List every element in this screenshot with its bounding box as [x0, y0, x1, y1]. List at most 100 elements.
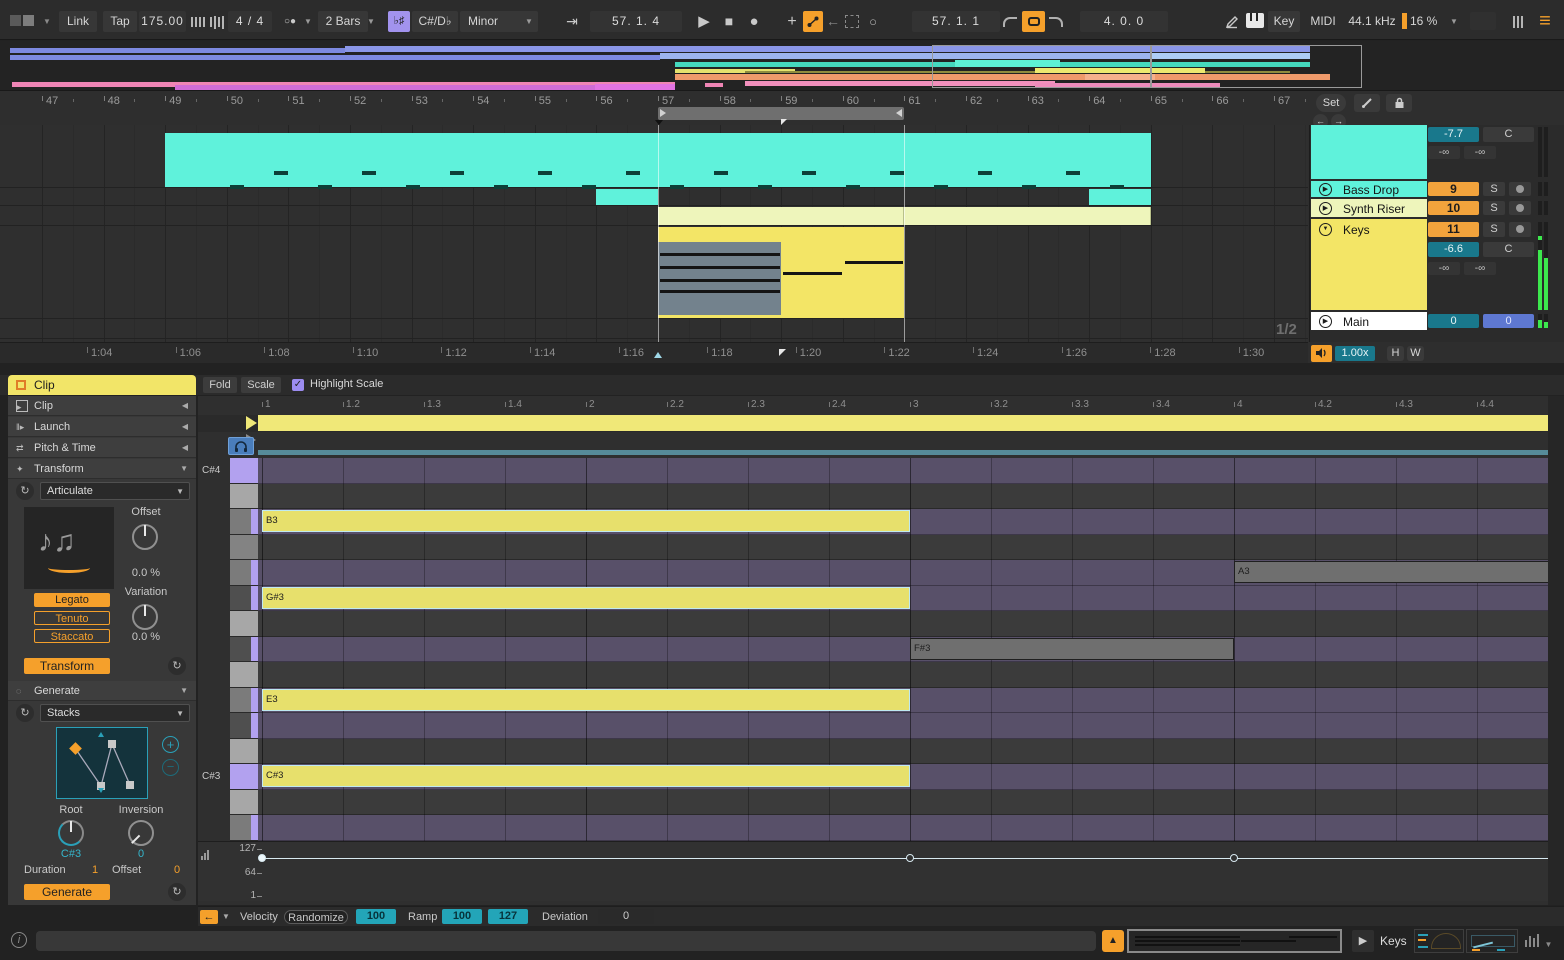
pr-row-B2[interactable] — [258, 815, 1548, 841]
fold-track-icon[interactable]: ▶ — [1319, 183, 1332, 196]
piano-key-E3[interactable] — [230, 688, 258, 714]
record-icon[interactable]: ● — [743, 11, 765, 32]
quantize-menu[interactable]: 2 Bars — [318, 11, 368, 32]
session-record-icon[interactable]: ○ — [864, 11, 882, 32]
randomize-amount-field[interactable]: 100 — [356, 909, 396, 924]
generate-reapply-icon[interactable]: ↻ — [168, 883, 186, 901]
follow-icon[interactable]: ⇥ — [561, 11, 583, 32]
scale-root-menu[interactable]: C#/D♭ — [412, 11, 458, 32]
clip-bass-short[interactable] — [1089, 189, 1151, 205]
piano-key-B3[interactable] — [230, 509, 258, 535]
pr-loop-start-marker[interactable] — [246, 416, 257, 430]
hamburger-menu-icon[interactable]: ≡ — [1532, 11, 1558, 32]
arrangement-overview[interactable] — [0, 41, 1564, 91]
add-stack-icon[interactable]: + — [162, 736, 179, 753]
midi-note-G#3[interactable]: G#3 — [262, 587, 910, 609]
section-generate[interactable]: ◌Generate▼ — [8, 681, 196, 701]
play-icon[interactable]: ▶ — [693, 11, 715, 32]
fold-track-icon[interactable]: ▶ — [1319, 202, 1332, 215]
section-launch[interactable]: ‖▸Launch◀ — [8, 417, 196, 437]
time-signature-field[interactable]: 4 / 4 — [228, 11, 272, 32]
nudge-up-icon[interactable] — [208, 11, 226, 32]
pr-row-C3[interactable] — [258, 790, 1548, 816]
capture-midi-icon[interactable] — [845, 15, 859, 28]
track1-send-b[interactable]: -∞ — [1464, 146, 1496, 159]
unfold-track-icon[interactable]: ▼ — [1319, 223, 1332, 236]
metronome-icon[interactable]: ○● — [275, 11, 305, 32]
offset-knob[interactable] — [132, 524, 158, 550]
pr-row-C#4[interactable] — [258, 458, 1548, 484]
root-knob[interactable] — [58, 820, 84, 846]
velocity-lane-icon[interactable] — [201, 847, 209, 865]
track1-send-a[interactable]: -∞ — [1428, 146, 1460, 159]
midi-note-A3[interactable]: A3 — [1234, 561, 1550, 583]
cpu-menu-icon[interactable]: ▼ — [1448, 11, 1460, 32]
clip-zoom-scrollbar[interactable] — [1127, 929, 1342, 953]
track-header-synth-riser[interactable]: ▶ Synth Riser — [1311, 199, 1427, 217]
piano-key-D3[interactable] — [230, 739, 258, 765]
generate-apply-button[interactable]: Generate — [24, 884, 110, 900]
clip-tab[interactable]: Clip — [8, 375, 196, 395]
width-zoom-button[interactable]: W — [1407, 346, 1424, 361]
midi-note-F#3[interactable]: F#3 — [910, 638, 1234, 660]
fold-button[interactable]: Fold — [203, 377, 237, 393]
scale-mode-button[interactable]: ♭♯ — [388, 11, 410, 32]
stacks-visualization[interactable] — [56, 727, 148, 799]
section-clip[interactable]: ▸Clip◀ — [8, 396, 196, 416]
clip-bass-short[interactable] — [596, 189, 658, 205]
keys-send-a[interactable]: -∞ — [1428, 262, 1460, 275]
quantize-arrow-icon[interactable]: ▼ — [366, 11, 376, 32]
velocity-lane[interactable] — [198, 841, 1548, 901]
generate-preset-dropdown[interactable]: Stacks▼ — [40, 704, 190, 722]
midi-note-B3[interactable]: B3 — [262, 510, 910, 532]
time-ruler[interactable]: 1:041:061:081:101:121:141:161:181:201:22… — [0, 342, 1308, 363]
stop-icon[interactable]: ■ — [719, 11, 739, 32]
draw-mode-pencil-icon[interactable] — [1222, 11, 1242, 32]
punch-out-icon[interactable] — [1049, 17, 1063, 27]
preview-headphone-button[interactable] — [228, 437, 254, 455]
piano-key-A3[interactable] — [230, 560, 258, 586]
variation-value[interactable]: 0.0 % — [111, 631, 181, 643]
loop-button[interactable] — [1022, 11, 1045, 32]
keys-send-b[interactable]: -∞ — [1464, 262, 1496, 275]
re-enable-automation-icon[interactable]: ← — [825, 11, 841, 32]
track-header-unnamed[interactable] — [1311, 125, 1427, 179]
fold-track-icon[interactable]: ▶ — [1319, 315, 1332, 328]
section-pitch-time[interactable]: ⇄Pitch & Time◀ — [8, 438, 196, 458]
piano-key-A#3[interactable] — [230, 535, 258, 561]
pr-row-G3[interactable] — [258, 611, 1548, 637]
clip-synth-riser[interactable] — [904, 207, 1150, 225]
pr-row-D3[interactable] — [258, 739, 1548, 765]
mixer-io-icon[interactable] — [1508, 11, 1528, 32]
remove-stack-icon[interactable]: − — [162, 759, 179, 776]
tap-tempo-button[interactable]: Tap — [103, 11, 137, 32]
section-transform[interactable]: ✦Transform▼ — [8, 459, 196, 479]
legato-button[interactable]: Legato — [34, 593, 110, 607]
computer-midi-keyboard-icon[interactable] — [1246, 13, 1264, 28]
bass-solo-button[interactable]: S — [1483, 182, 1505, 196]
draw-button[interactable] — [1354, 94, 1380, 112]
punch-in-icon[interactable] — [1003, 17, 1017, 27]
synth-solo-button[interactable]: S — [1483, 201, 1505, 215]
bar-ruler[interactable]: 4748495051525354555657585960616263646566… — [0, 91, 1308, 113]
device-levels-icon[interactable]: ▼ — [1524, 934, 1552, 952]
metronome-menu-icon[interactable]: ▼ — [303, 11, 313, 32]
overdub-plus-icon[interactable]: + — [783, 11, 801, 32]
lock-envelopes-button[interactable] — [1386, 94, 1412, 112]
keys-channel-field[interactable]: 11 — [1428, 222, 1479, 237]
piano-key-D#3[interactable] — [230, 713, 258, 739]
pr-row-A#3[interactable] — [258, 535, 1548, 561]
automation-arm-button[interactable] — [803, 11, 823, 32]
clip-synth-riser[interactable] — [658, 207, 904, 225]
transform-refresh-icon[interactable]: ↻ — [16, 482, 34, 500]
highlight-scale-checkbox[interactable]: ✓ — [292, 379, 304, 391]
piano-key-G#3[interactable] — [230, 586, 258, 612]
ramp-to-field[interactable]: 127 — [488, 909, 528, 924]
root-value[interactable]: C#3 — [36, 848, 106, 860]
duration-value[interactable]: 1 — [92, 864, 98, 876]
midi-note-E3[interactable]: E3 — [262, 689, 910, 711]
tempo-field[interactable]: 175.00 — [139, 11, 186, 32]
offset-value[interactable]: 0.0 % — [111, 567, 181, 579]
pr-loop-bar[interactable] — [258, 415, 1548, 431]
ramp-from-field[interactable]: 100 — [442, 909, 482, 924]
